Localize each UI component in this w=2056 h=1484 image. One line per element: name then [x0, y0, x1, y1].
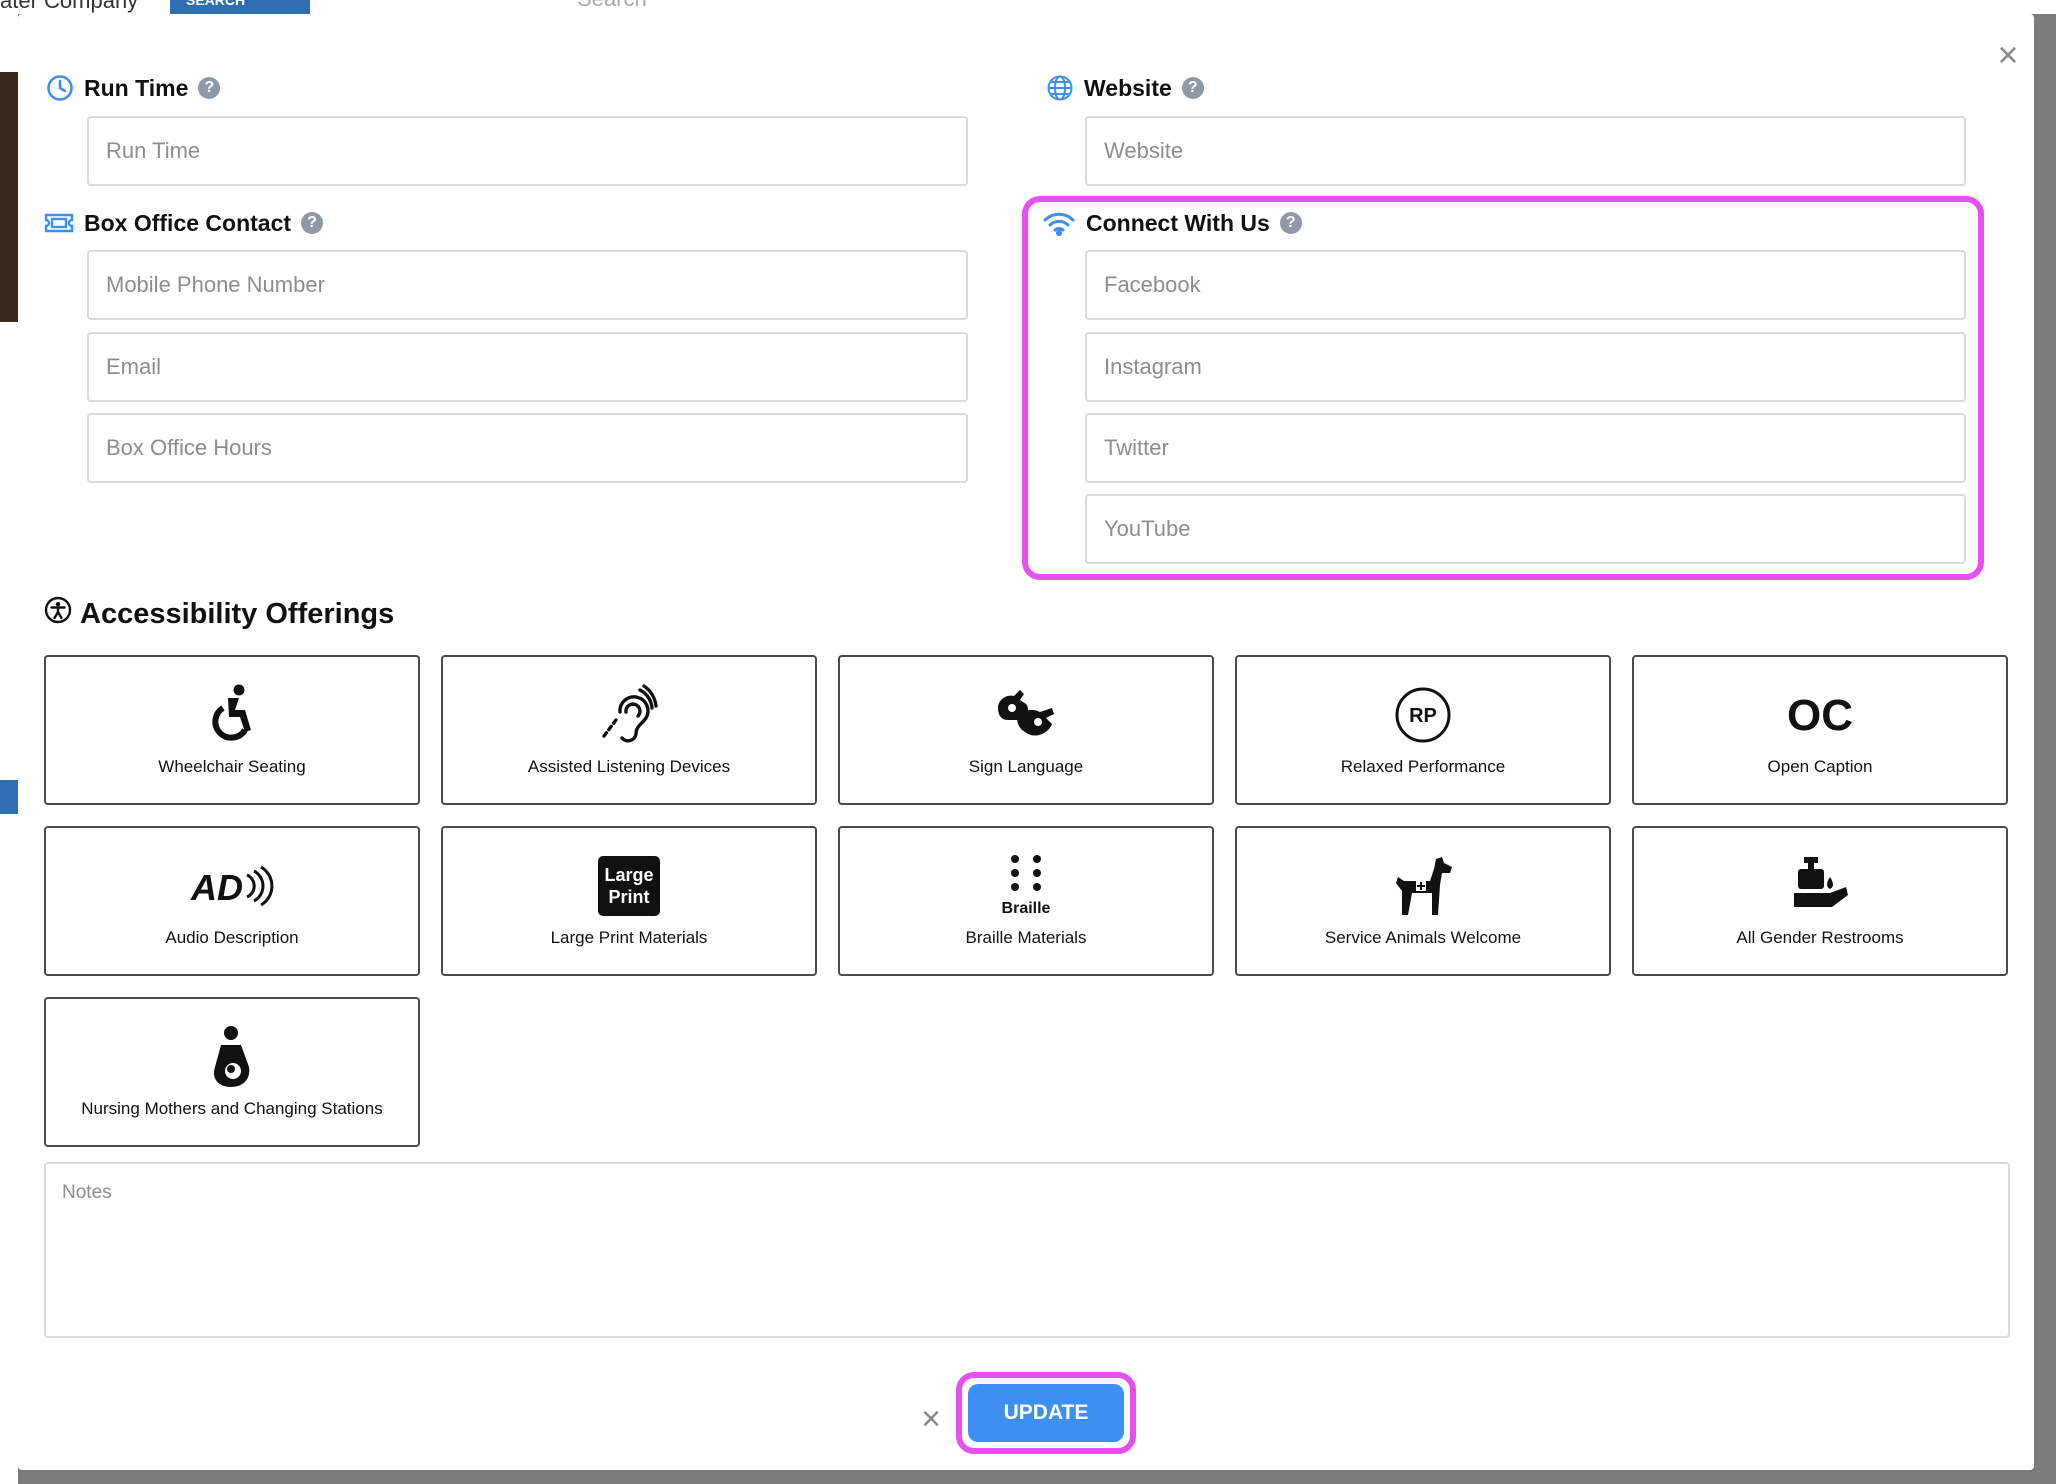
globe-icon: [1046, 74, 1074, 102]
twitter-input[interactable]: [1085, 413, 1966, 483]
background-search-button: SEARCH: [170, 0, 310, 14]
tile-label: Open Caption: [1767, 757, 1873, 776]
mobile-phone-input[interactable]: [87, 250, 968, 320]
restroom-icon: [1794, 857, 1848, 907]
offering-all-gender-restrooms[interactable]: All Gender Restrooms: [1632, 826, 2008, 976]
background-header: ater Company SEARCH Search: [0, 0, 2056, 14]
sign-language-icon: [998, 690, 1054, 736]
svg-text:Print: Print: [608, 887, 649, 907]
offering-assisted-listening[interactable]: Assisted Listening Devices: [441, 655, 817, 805]
notes-textarea[interactable]: [44, 1162, 2010, 1338]
offering-service-animals[interactable]: Service Animals Welcome: [1235, 826, 1611, 976]
offering-braille[interactable]: Braille Braille Materials: [838, 826, 1214, 976]
facebook-input[interactable]: [1085, 250, 1966, 320]
website-input[interactable]: [1085, 116, 1966, 186]
email-input[interactable]: [87, 332, 968, 402]
box-office-hours-input[interactable]: [87, 413, 968, 483]
relaxed-performance-icon: RP: [1395, 687, 1451, 743]
svg-text:RP: RP: [1409, 705, 1437, 727]
accessibility-title: Accessibility Offerings: [44, 596, 394, 632]
help-icon[interactable]: ?: [301, 212, 324, 234]
box-office-label-text: Box Office Contact: [84, 209, 292, 236]
offering-large-print[interactable]: Large Print Large Print Materials: [441, 826, 817, 976]
offering-relaxed-performance[interactable]: RP Relaxed Performance: [1235, 655, 1611, 805]
background-search-field: Search: [577, 0, 1697, 14]
help-icon[interactable]: ?: [1181, 77, 1204, 99]
tile-label: Audio Description: [165, 928, 299, 947]
ticket-icon: [44, 209, 74, 237]
tile-label: Service Animals Welcome: [1324, 928, 1522, 947]
background-tab: [0, 780, 18, 814]
wifi-icon: [1042, 209, 1076, 237]
braille-icon: Braille: [1002, 855, 1051, 917]
clock-icon: [46, 74, 74, 102]
update-button[interactable]: UPDATE: [968, 1384, 1124, 1442]
large-print-icon: Large Print: [598, 856, 660, 916]
run-time-label-text: Run Time: [84, 74, 189, 101]
run-time-label: Run Time ?: [46, 74, 221, 102]
tile-label: All Gender Restrooms: [1736, 928, 1904, 947]
tile-label: Assisted Listening Devices: [527, 757, 731, 776]
website-label-text: Website: [1084, 74, 1172, 101]
tile-label: Nursing Mothers and Changing Stations: [81, 1099, 383, 1118]
connect-label-text: Connect With Us: [1086, 209, 1270, 236]
open-caption-icon: OC: [1787, 691, 1853, 740]
offering-open-caption[interactable]: OC Open Caption: [1632, 655, 2008, 805]
tile-label: Wheelchair Seating: [158, 757, 306, 776]
svg-text:OC: OC: [1787, 691, 1853, 740]
youtube-input[interactable]: [1085, 494, 1966, 564]
help-icon[interactable]: ?: [198, 77, 221, 99]
close-icon[interactable]: ×: [1993, 37, 2023, 73]
update-highlight: UPDATE: [956, 1372, 1136, 1454]
background-search-placeholder: Search: [577, 0, 647, 11]
cancel-icon[interactable]: ×: [916, 1402, 946, 1436]
tile-label: Sign Language: [968, 757, 1084, 776]
accessibility-icon: [44, 596, 72, 632]
offering-audio-description[interactable]: AD Audio Description: [44, 826, 420, 976]
instagram-input[interactable]: [1085, 332, 1966, 402]
service-animal-icon: [1396, 857, 1452, 915]
connect-label: Connect With Us ?: [1042, 209, 1302, 237]
help-icon[interactable]: ?: [1279, 212, 1302, 234]
background-photo: [0, 72, 18, 322]
nursing-icon: [213, 1026, 250, 1087]
offering-nursing-mothers[interactable]: Nursing Mothers and Changing Stations: [44, 997, 420, 1147]
wheelchair-icon: [212, 684, 251, 741]
edit-details-modal: × Run Time ? Website ? Box Office Contac…: [18, 14, 2034, 1470]
offering-wheelchair-seating[interactable]: Wheelchair Seating: [44, 655, 420, 805]
company-name: ater Company: [0, 0, 139, 13]
tile-label: Relaxed Performance: [1340, 757, 1506, 776]
tile-label: Braille Materials: [965, 928, 1087, 947]
svg-text:Large: Large: [604, 865, 653, 885]
svg-text:AD: AD: [190, 867, 243, 908]
audio-description-icon: AD: [190, 865, 274, 908]
accessibility-title-text: Accessibility Offerings: [80, 597, 395, 630]
offering-sign-language[interactable]: Sign Language: [838, 655, 1214, 805]
box-office-label: Box Office Contact ?: [44, 209, 324, 237]
svg-text:Braille: Braille: [1002, 900, 1051, 917]
run-time-input[interactable]: [87, 116, 968, 186]
website-label: Website ?: [1046, 74, 1204, 102]
assisted-listening-icon: [602, 684, 658, 743]
tile-label: Large Print Materials: [550, 928, 708, 947]
